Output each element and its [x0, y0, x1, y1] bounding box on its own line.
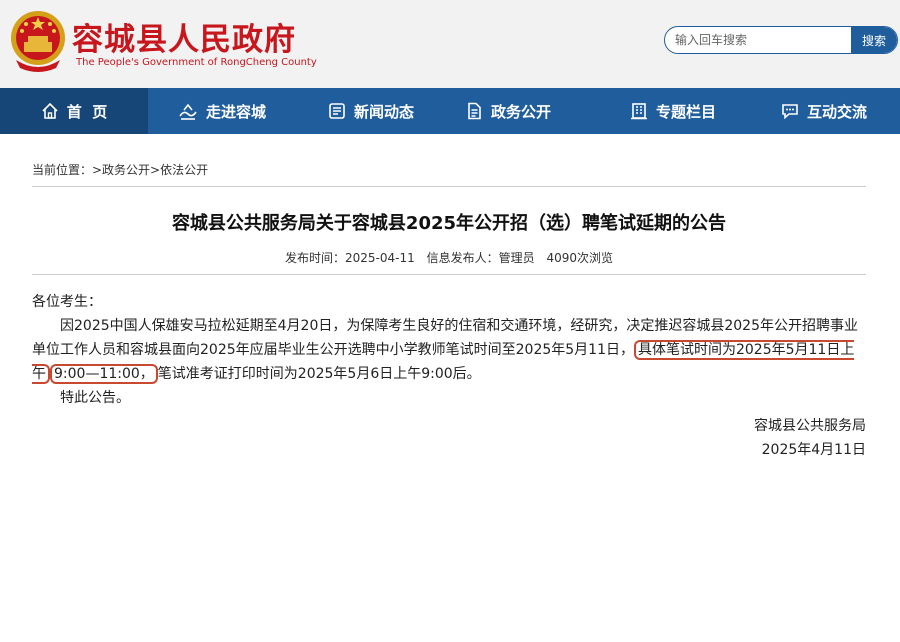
site-subtitle: The People's Government of RongCheng Cou…: [76, 57, 317, 68]
national-emblem-icon: [11, 11, 65, 72]
highlighted-exam-time: 9:00—11:00，: [50, 364, 158, 384]
site-title: 容城县人民政府: [72, 22, 296, 58]
body-paragraph: 因2025中国人保雄安马拉松延期至4月20日，为保障考生良好的住宿和交通环境，经…: [32, 314, 866, 386]
nav-label: 政务公开: [491, 102, 552, 121]
nav-item-special-topics[interactable]: 专题栏目: [630, 88, 716, 134]
article-meta: 发布时间：2025-04-11 信息发布人：管理员 4090次浏览: [32, 249, 866, 266]
news-icon: [328, 102, 346, 120]
closing-text: 特此公告。: [60, 390, 130, 406]
publisher: 信息发布人：管理员: [426, 251, 535, 265]
publish-time: 发布时间：2025-04-11: [285, 251, 415, 265]
nav-item-interaction[interactable]: 互动交流: [781, 88, 867, 134]
greeting: 各位考生：: [32, 294, 102, 310]
signature: 容城县公共服务局: [754, 418, 866, 434]
nav-item-home[interactable]: 首 页: [0, 88, 148, 134]
main-nav: 首 页 走进容城 新闻动态 政务公开 专题栏目 互动交流: [0, 88, 900, 134]
view-count: 4090次浏览: [546, 251, 613, 265]
search-box: 搜索: [664, 26, 898, 54]
nav-label: 首 页: [66, 102, 108, 121]
nav-label: 走进容城: [206, 102, 267, 121]
nav-label: 新闻动态: [354, 102, 415, 121]
chat-icon: [781, 102, 799, 120]
search-input[interactable]: [675, 27, 845, 53]
nav-item-government-affairs[interactable]: 政务公开: [465, 88, 551, 134]
breadcrumb: 当前位置：>政务公开>依法公开: [32, 163, 209, 177]
date: 2025年4月11日: [761, 442, 866, 458]
site-header: 容城县人民政府 The People's Government of RongC…: [0, 0, 900, 88]
nav-item-about-rongcheng[interactable]: 走进容城: [178, 88, 266, 134]
landscape-icon: [178, 102, 198, 120]
search-button[interactable]: 搜索: [851, 27, 897, 53]
building-icon: [630, 102, 648, 120]
divider: [32, 274, 866, 275]
nav-label: 互动交流: [807, 102, 868, 121]
nav-label: 专题栏目: [656, 102, 717, 121]
paragraph-text: 笔试准考证打印时间为2025年5月6日上午9:00后。: [157, 366, 481, 382]
home-icon: [41, 102, 59, 120]
document-icon: [465, 102, 483, 120]
nav-item-news[interactable]: 新闻动态: [328, 88, 414, 134]
article-body: 各位考生： 因2025中国人保雄安马拉松延期至4月20日，为保障考生良好的住宿和…: [32, 290, 866, 462]
divider: [32, 186, 866, 187]
article-title: 容城县公共服务局关于容城县2025年公开招（选）聘笔试延期的公告: [171, 213, 727, 234]
